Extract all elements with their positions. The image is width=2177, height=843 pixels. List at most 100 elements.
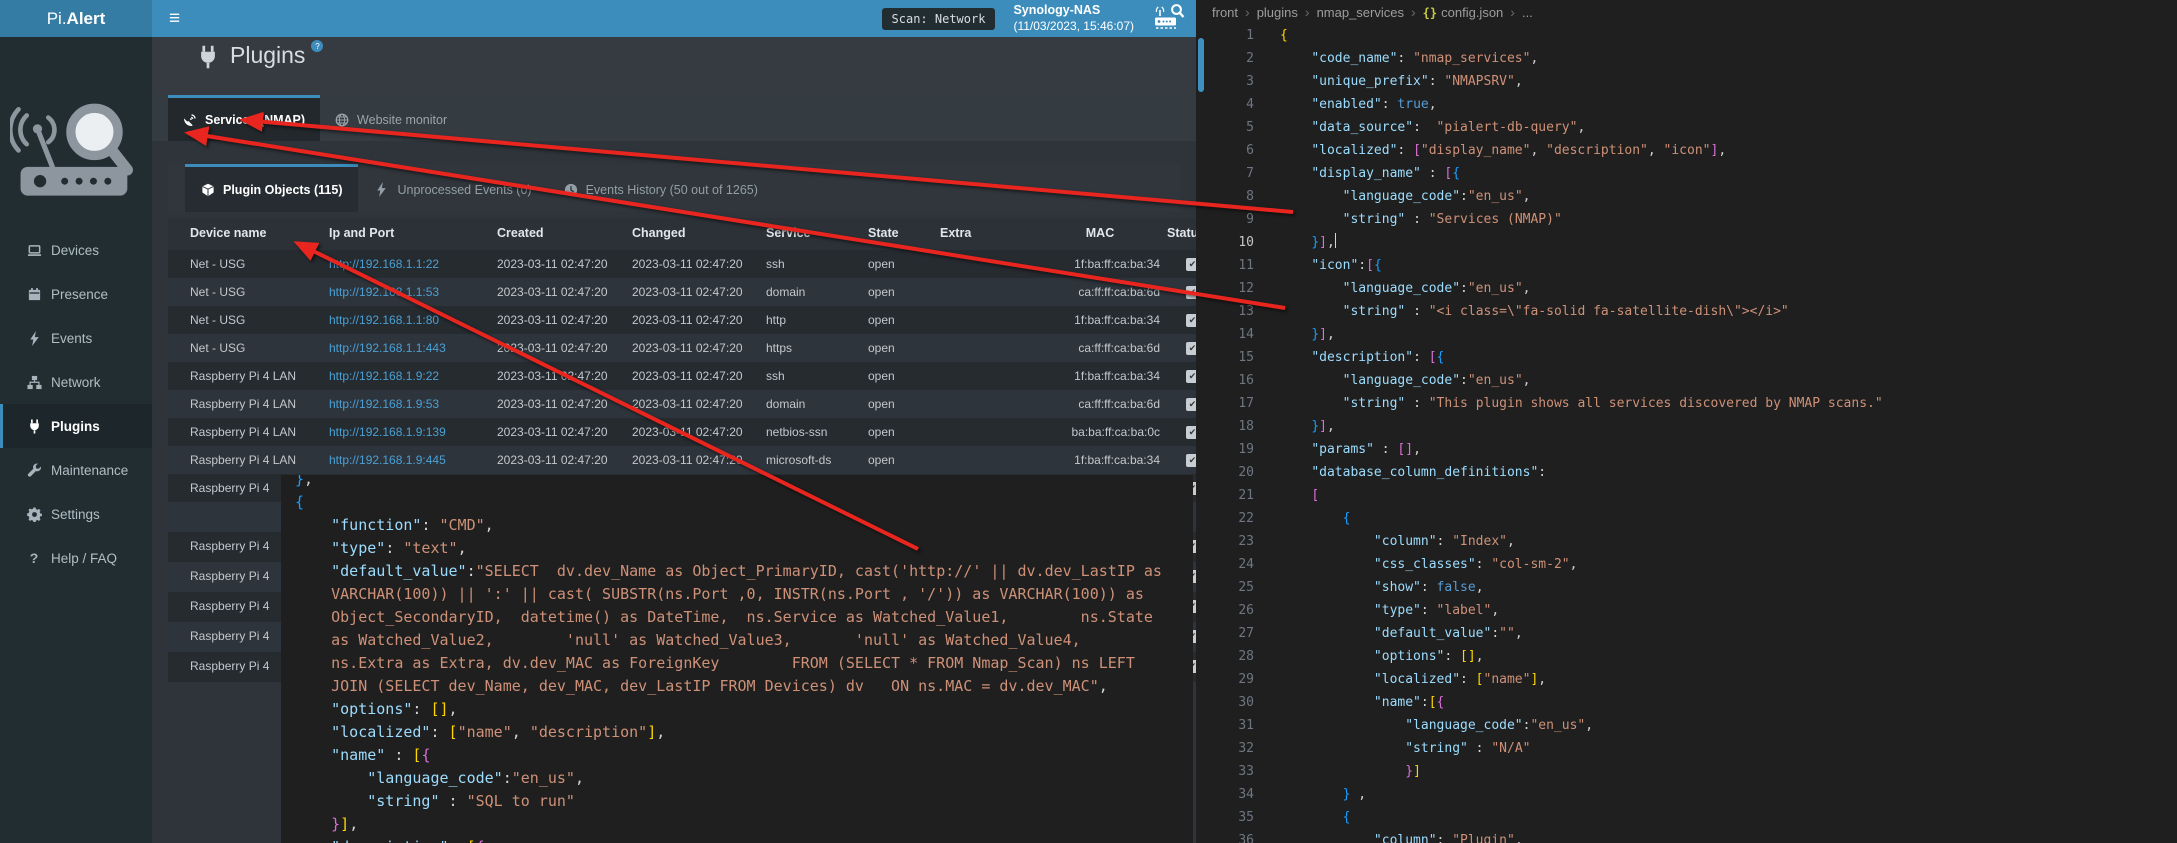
ip-port-link[interactable]: http://192.168.1.1:443 [329, 341, 446, 355]
code-line: "string" : "SQL to run" [295, 790, 1193, 813]
breadcrumb-item-config-json[interactable]: {}config.json [1423, 5, 1504, 20]
code-line: [ [1280, 484, 1319, 507]
col-header-created[interactable]: Created [497, 226, 544, 240]
sidebar-item-settings[interactable]: Settings [0, 492, 152, 536]
question-icon: ? [26, 550, 42, 566]
col-header-state[interactable]: State [868, 226, 899, 240]
ip-port-link[interactable]: http://192.168.1.1:22 [329, 257, 439, 271]
col-header-ip-and-port[interactable]: Ip and Port [329, 226, 394, 240]
ip-port-link[interactable]: http://192.168.1.1:80 [329, 313, 439, 327]
row-checkbox[interactable]: ✔ [1186, 314, 1196, 327]
col-header-status[interactable]: Status [1167, 226, 1196, 240]
row-checkbox[interactable]: ✔ [1186, 286, 1196, 299]
plug-icon [26, 419, 42, 434]
line-number: 7 [1196, 162, 1254, 185]
code-line: "localized": ["name"], [1280, 668, 1546, 691]
table-row: Net - USGhttp://192.168.1.1:532023-03-11… [168, 278, 1196, 306]
line-number: 18 [1196, 415, 1254, 438]
code-line: }] [1280, 760, 1421, 783]
breadcrumb-item-nmap-services[interactable]: nmap_services [1317, 5, 1404, 20]
scan-status-badge: Scan: Network [882, 8, 996, 30]
cell-changed: 2023-03-11 02:47:20 [632, 257, 743, 271]
vscode-editor-panel: front›plugins›nmap_services›{}config.jso… [1196, 0, 2177, 843]
breadcrumb-item-plugins[interactable]: plugins [1257, 5, 1298, 20]
row-checkbox[interactable]: ✔ [1186, 342, 1196, 355]
scrollbar-thumb[interactable] [1198, 38, 1204, 92]
sidebar-item-plugins[interactable]: Plugins [0, 404, 152, 448]
code-line: "css_classes": "col-sm-2", [1280, 553, 1577, 576]
sidebar-item-presence[interactable]: Presence [0, 272, 152, 316]
line-number: 27 [1196, 622, 1254, 645]
cell-device: Raspberry Pi 4 LAN [190, 425, 296, 439]
tab-website-monitor[interactable]: Website monitor [320, 95, 462, 141]
sidebar-item-events[interactable]: Events [0, 316, 152, 360]
cell-device: Raspberry Pi 4 LAN [190, 453, 296, 467]
bolt-icon [26, 331, 42, 346]
sidebar-item-label: Maintenance [51, 463, 128, 478]
json-braces-icon: {} [1423, 5, 1437, 20]
code-line: "options": [], [1280, 645, 1484, 668]
code-line: }], [1280, 415, 1335, 438]
cell-created: 2023-03-11 02:47:20 [497, 425, 608, 439]
col-header-changed[interactable]: Changed [632, 226, 685, 240]
code-line: "localized": ["name", "description"], [295, 721, 1193, 744]
col-header-mac[interactable]: MAC [1040, 226, 1160, 240]
breadcrumb-item-[interactable]: ... [1522, 5, 1533, 20]
cell-state: open [868, 369, 895, 383]
sidebar-item-help-faq[interactable]: ?Help / FAQ [0, 536, 152, 580]
hamburger-menu-icon[interactable]: ≡ [152, 0, 197, 37]
line-number: 8 [1196, 185, 1254, 208]
brand-logo[interactable]: Pi.Alert [0, 0, 152, 37]
sidebar-item-devices[interactable]: Devices [0, 228, 152, 272]
code-line: ns.Extra as Extra, dv.dev_MAC as Foreign… [295, 652, 1193, 675]
code-line: "language_code":"en_us", [1280, 185, 1530, 208]
cell-device: Raspberry Pi 4 [190, 629, 269, 643]
ip-port-link[interactable]: http://192.168.1.9:445 [329, 453, 446, 467]
plug-icon [196, 45, 220, 75]
row-checkbox[interactable]: ✔ [1186, 454, 1196, 467]
code-line: "language_code":"en_us", [295, 767, 1193, 790]
row-checkbox[interactable]: ✔ [1186, 426, 1196, 439]
chevron-right-icon: › [1411, 4, 1416, 20]
line-number: 36 [1196, 829, 1254, 843]
sidebar: Devices Presence EventsNetwork Plugins Maint… [0, 37, 152, 843]
code-line: "description": [{ [295, 836, 1193, 843]
code-line: { [1280, 806, 1350, 829]
sidebar-item-maintenance[interactable]: Maintenance [0, 448, 152, 492]
col-header-extra[interactable]: Extra [940, 226, 971, 240]
sidebar-item-network[interactable]: Network [0, 360, 152, 404]
host-info: Synology-NAS (11/03/2023, 15:46:07) [1013, 3, 1134, 34]
top-navbar: ≡ Scan: Network Synology-NAS (11/03/2023… [152, 0, 1196, 37]
code-line: "unique_prefix": "NMAPSRV", [1280, 70, 1523, 93]
line-number: 34 [1196, 783, 1254, 806]
col-header-device-name[interactable]: Device name [190, 226, 266, 240]
tab-services-nmap[interactable]: Services (NMAP) [168, 95, 320, 141]
cell-mac: ba:ba:ff:ca:ba:0c [1020, 425, 1160, 439]
cell-mac: 1f:ba:ff:ca:ba:34 [1020, 313, 1160, 327]
ip-port-link[interactable]: http://192.168.1.9:53 [329, 397, 439, 411]
ip-port-link[interactable]: http://192.168.1.9:22 [329, 369, 439, 383]
ip-port-link[interactable]: http://192.168.1.1:53 [329, 285, 439, 299]
cell-device: Net - USG [190, 313, 245, 327]
sidebar-item-label: Presence [51, 287, 108, 302]
subtab-unprocessed-events-0[interactable]: Unprocessed Events (0) [358, 164, 547, 212]
row-checkbox[interactable]: ✔ [1186, 370, 1196, 383]
row-checkbox[interactable]: ✔ [1186, 398, 1196, 411]
subtab-plugin-objects-115[interactable]: Plugin Objects (115) [185, 164, 358, 212]
breadcrumb-item-front[interactable]: front [1212, 5, 1238, 20]
table-header-row: Device name Ip and Port Created Changed Serv… [168, 218, 1196, 250]
line-number: 16 [1196, 369, 1254, 392]
subtab-events-history-50-out-of-1265[interactable]: Events History (50 out of 1265) [548, 164, 774, 212]
line-number: 20 [1196, 461, 1254, 484]
code-line: }, [295, 475, 1193, 491]
ip-port-link[interactable]: http://192.168.1.9:139 [329, 425, 446, 439]
sidebar-item-label: Plugins [51, 419, 100, 434]
row-checkbox[interactable]: ✔ [1186, 258, 1196, 271]
col-header-service[interactable]: Service [766, 226, 810, 240]
page-title: Plugins ? [196, 42, 323, 75]
cell-changed: 2023-03-11 02:47:20 [632, 425, 743, 439]
sitemap-icon [26, 375, 42, 390]
help-badge[interactable]: ? [311, 40, 323, 52]
cell-state: open [868, 453, 895, 467]
line-number: 28 [1196, 645, 1254, 668]
